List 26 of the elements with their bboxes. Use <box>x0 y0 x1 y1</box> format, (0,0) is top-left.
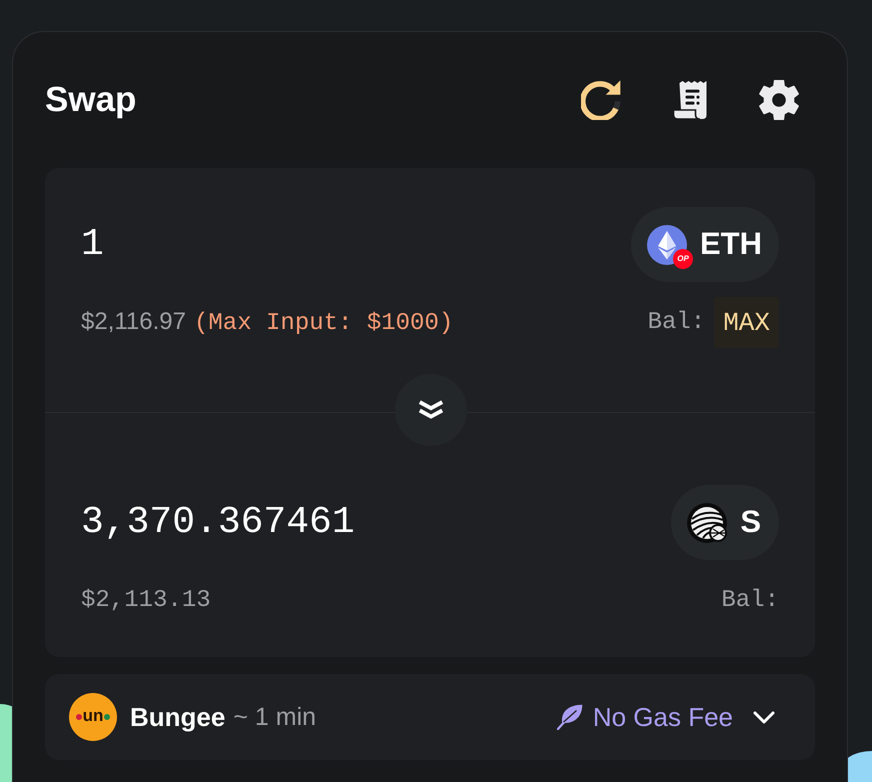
swap-title: Swap <box>45 80 136 120</box>
chain-badge: OP <box>673 248 693 268</box>
max-button[interactable]: MAX <box>714 297 779 348</box>
fee-label: No Gas Fee <box>592 702 733 732</box>
token-selector[interactable]: S <box>671 485 779 560</box>
route-eta: ~ 1 min <box>233 702 316 732</box>
provider-name: Bungee <box>130 702 226 732</box>
double-chevron-down-icon <box>417 398 445 422</box>
leaf-icon <box>556 704 583 730</box>
balance-label: Bal: <box>721 587 779 614</box>
received-amount: 3,370.367461 <box>81 500 355 546</box>
dot-icon <box>104 714 110 720</box>
usd-value: $2,113.13 <box>81 587 211 614</box>
token-selector[interactable]: OP ETH <box>631 207 779 282</box>
balance-label: Bal: <box>648 309 706 336</box>
amount-input[interactable]: 1 <box>81 222 108 268</box>
settings-icon <box>759 80 799 120</box>
dot-icon <box>76 714 82 720</box>
refresh-button[interactable] <box>580 79 622 121</box>
route-summary[interactable]: un Bungee ~ 1 min No Gas Fee <box>45 674 815 760</box>
usd-value: $2,116.97 <box>81 308 186 336</box>
max-input-warning: (Max Input: $1000) <box>194 310 454 337</box>
settings-button[interactable] <box>758 79 800 121</box>
logo-text: un <box>82 707 104 724</box>
striped-circle-icon <box>687 502 728 542</box>
refresh-icon <box>581 80 621 120</box>
